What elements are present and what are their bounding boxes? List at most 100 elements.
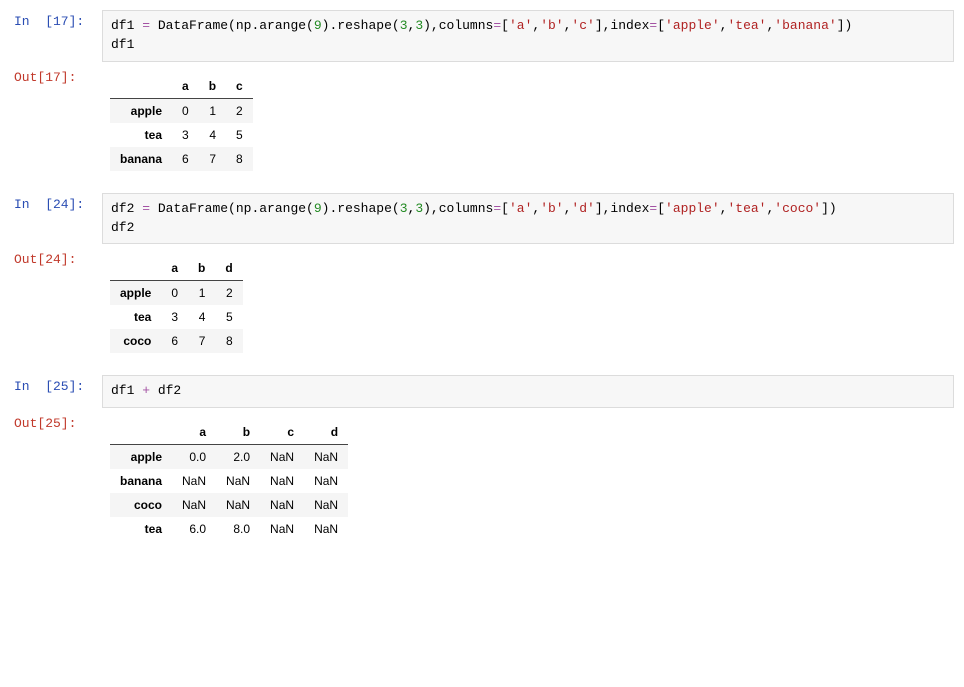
table-col-header: a bbox=[161, 256, 188, 281]
code-token: [ bbox=[501, 18, 509, 33]
code-token: 'b' bbox=[540, 18, 563, 33]
code-token: [ bbox=[657, 18, 665, 33]
code-input[interactable]: df2 = DataFrame(np.arange(9).reshape(3,3… bbox=[102, 193, 954, 245]
dataframe-table: abdapple012tea345coco678 bbox=[110, 256, 243, 353]
table-row: bananaNaNNaNNaNNaN bbox=[110, 469, 348, 493]
table-row-header: banana bbox=[110, 469, 172, 493]
code-token: DataFrame(np.arange( bbox=[150, 18, 314, 33]
code-token: 'c' bbox=[571, 18, 594, 33]
code-token: df1 bbox=[111, 18, 142, 33]
table-corner bbox=[110, 420, 172, 445]
table-col-header: b bbox=[199, 74, 226, 99]
table-cell: 7 bbox=[188, 329, 215, 353]
code-input[interactable]: df1 = DataFrame(np.arange(9).reshape(3,3… bbox=[102, 10, 954, 62]
table-cell: 2 bbox=[226, 98, 253, 123]
code-token: df2 bbox=[150, 383, 181, 398]
out-prompt: Out[25]: bbox=[10, 412, 102, 435]
table-cell: NaN bbox=[304, 517, 348, 541]
code-cell: In [25]: df1 + df2 Out[25]: abcdapple0.0… bbox=[10, 373, 954, 557]
code-token: 'tea' bbox=[727, 201, 766, 216]
table-corner bbox=[110, 74, 172, 99]
in-prompt: In [24]: bbox=[10, 193, 102, 216]
code-token: 9 bbox=[314, 18, 322, 33]
code-token: 'd' bbox=[571, 201, 594, 216]
in-prompt: In [17]: bbox=[10, 10, 102, 33]
code-token: ),columns bbox=[423, 18, 493, 33]
output-area: abcdapple0.02.0NaNNaNbananaNaNNaNNaNNaNc… bbox=[102, 412, 954, 555]
table-row-header: apple bbox=[110, 98, 172, 123]
in-prompt: In [25]: bbox=[10, 375, 102, 398]
table-row-header: banana bbox=[110, 147, 172, 171]
output-area: abcapple012tea345banana678 bbox=[102, 66, 954, 185]
table-cell: 1 bbox=[199, 98, 226, 123]
table-row-header: tea bbox=[110, 123, 172, 147]
code-token: ]) bbox=[837, 18, 853, 33]
table-row: apple012 bbox=[110, 281, 243, 306]
dataframe-table: abcdapple0.02.0NaNNaNbananaNaNNaNNaNNaNc… bbox=[110, 420, 348, 541]
code-token: ).reshape( bbox=[322, 201, 400, 216]
table-cell: NaN bbox=[304, 445, 348, 470]
table-corner bbox=[110, 256, 161, 281]
code-token: 3 bbox=[400, 18, 408, 33]
table-row-header: tea bbox=[110, 305, 161, 329]
code-token: ]) bbox=[821, 201, 837, 216]
table-col-header: d bbox=[215, 256, 242, 281]
code-token: 'banana' bbox=[774, 18, 836, 33]
table-row: tea345 bbox=[110, 305, 243, 329]
table-cell: 6 bbox=[172, 147, 199, 171]
table-cell: 6.0 bbox=[172, 517, 216, 541]
code-token: df2 bbox=[111, 220, 134, 235]
table-cell: NaN bbox=[260, 445, 304, 470]
table-cell: 1 bbox=[188, 281, 215, 306]
code-token: [ bbox=[501, 201, 509, 216]
table-cell: 4 bbox=[188, 305, 215, 329]
table-row: banana678 bbox=[110, 147, 253, 171]
table-col-header: b bbox=[188, 256, 215, 281]
code-cell: In [17]: df1 = DataFrame(np.arange(9).re… bbox=[10, 8, 954, 187]
code-token: ],index bbox=[595, 201, 650, 216]
table-cell: 4 bbox=[199, 123, 226, 147]
code-token: 'a' bbox=[509, 201, 532, 216]
code-token: 'coco' bbox=[774, 201, 821, 216]
table-cell: 7 bbox=[199, 147, 226, 171]
table-col-header: c bbox=[226, 74, 253, 99]
code-token: 3 bbox=[400, 201, 408, 216]
table-cell: 0 bbox=[161, 281, 188, 306]
code-token: df2 bbox=[111, 201, 142, 216]
code-token: 3 bbox=[415, 201, 423, 216]
table-cell: 0.0 bbox=[172, 445, 216, 470]
table-cell: 8 bbox=[215, 329, 242, 353]
table-cell: NaN bbox=[172, 493, 216, 517]
code-token: ),columns bbox=[423, 201, 493, 216]
dataframe-table: abcapple012tea345banana678 bbox=[110, 74, 253, 171]
table-row: coco678 bbox=[110, 329, 243, 353]
table-row: tea345 bbox=[110, 123, 253, 147]
code-token: DataFrame(np.arange( bbox=[150, 201, 314, 216]
code-token: = bbox=[493, 201, 501, 216]
output-area: abdapple012tea345coco678 bbox=[102, 248, 954, 367]
table-cell: NaN bbox=[304, 493, 348, 517]
code-token: ],index bbox=[595, 18, 650, 33]
code-token: = bbox=[493, 18, 501, 33]
table-row: apple0.02.0NaNNaN bbox=[110, 445, 348, 470]
code-token: 3 bbox=[415, 18, 423, 33]
code-token: 'apple' bbox=[665, 18, 720, 33]
code-token: 'b' bbox=[540, 201, 563, 216]
table-cell: NaN bbox=[260, 493, 304, 517]
table-cell: NaN bbox=[260, 469, 304, 493]
table-cell: 5 bbox=[226, 123, 253, 147]
table-cell: 0 bbox=[172, 98, 199, 123]
table-row: cocoNaNNaNNaNNaN bbox=[110, 493, 348, 517]
table-row-header: tea bbox=[110, 517, 172, 541]
table-col-header: c bbox=[260, 420, 304, 445]
table-row-header: apple bbox=[110, 445, 172, 470]
table-cell: 5 bbox=[215, 305, 242, 329]
table-cell: NaN bbox=[260, 517, 304, 541]
code-token: df1 bbox=[111, 37, 134, 52]
table-row-header: apple bbox=[110, 281, 161, 306]
code-input[interactable]: df1 + df2 bbox=[102, 375, 954, 408]
table-row-header: coco bbox=[110, 329, 161, 353]
table-col-header: d bbox=[304, 420, 348, 445]
out-prompt: Out[17]: bbox=[10, 66, 102, 89]
code-token: [ bbox=[657, 201, 665, 216]
